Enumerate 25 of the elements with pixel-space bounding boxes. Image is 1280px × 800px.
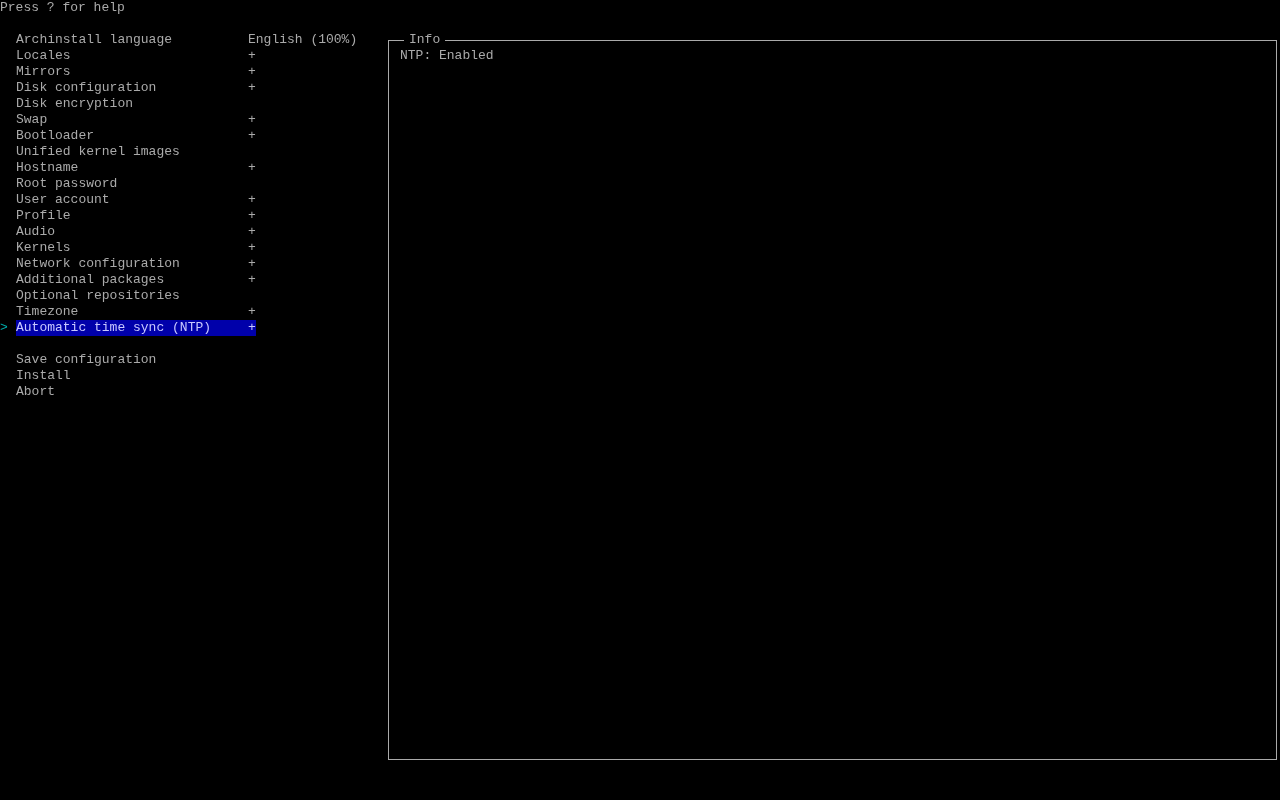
menu-item[interactable]: Locales + xyxy=(16,48,256,64)
menu-item[interactable]: Disk encryption xyxy=(16,96,134,112)
menu-item[interactable]: Audio + xyxy=(16,224,256,240)
menu-item[interactable]: Disk configuration + xyxy=(16,80,256,96)
menu-item[interactable]: Network configuration + xyxy=(16,256,256,272)
menu-item[interactable]: Mirrors + xyxy=(16,64,256,80)
help-hint: Press ? for help xyxy=(0,0,125,16)
menu-item[interactable]: Save configuration xyxy=(16,352,157,368)
menu-item[interactable]: Abort xyxy=(16,384,55,400)
menu-item[interactable]: Optional repositories xyxy=(16,288,180,304)
menu-item[interactable]: Kernels + xyxy=(16,240,256,256)
menu-item[interactable]: User account + xyxy=(16,192,256,208)
menu-item[interactable]: Additional packages + xyxy=(16,272,256,288)
menu-item[interactable]: Profile + xyxy=(16,208,256,224)
menu-item[interactable]: Bootloader + xyxy=(16,128,256,144)
menu-item[interactable]: Unified kernel images xyxy=(16,144,180,160)
menu-item[interactable]: Archinstall language English (100%) xyxy=(16,32,358,48)
info-text: NTP: Enabled xyxy=(400,48,495,64)
menu-item[interactable]: Install xyxy=(16,368,71,384)
menu-item[interactable]: Hostname + xyxy=(16,160,256,176)
cursor-marker: > xyxy=(0,320,8,336)
menu-item[interactable]: Swap + xyxy=(16,112,256,128)
menu-item[interactable]: Automatic time sync (NTP) + xyxy=(16,320,256,336)
menu-item[interactable]: Timezone + xyxy=(16,304,256,320)
menu-item[interactable]: Root password xyxy=(16,176,118,192)
